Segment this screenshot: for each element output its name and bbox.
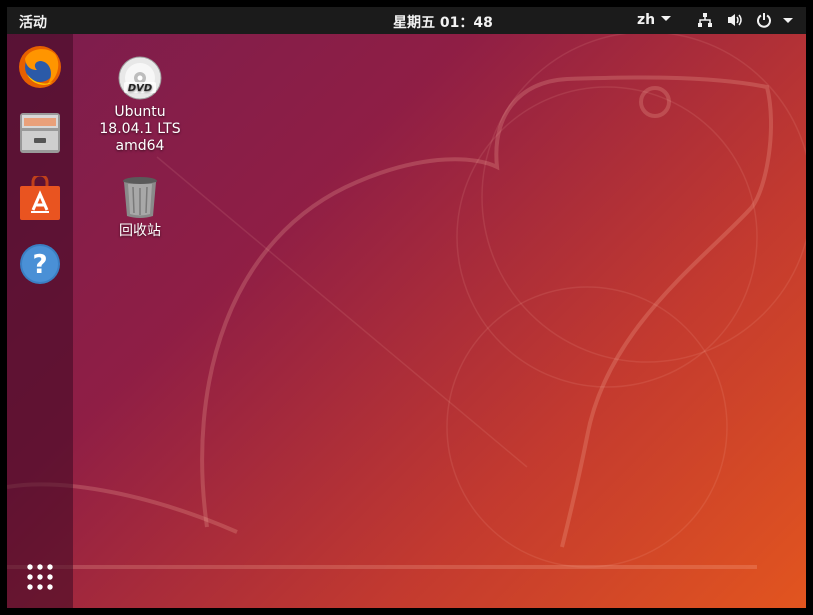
network-icon[interactable] bbox=[697, 12, 713, 32]
help-icon: ? bbox=[20, 244, 60, 284]
clock-button[interactable]: 星期五 01：48 bbox=[393, 12, 493, 32]
chevron-down-icon bbox=[661, 16, 672, 21]
dock-files[interactable] bbox=[17, 109, 63, 155]
desktop-icon-ubuntu-dvd[interactable]: DVD Ubuntu 18.04.1 LTS amd64 bbox=[94, 54, 186, 155]
desktop-screen: 活动 星期五 01：48 zh ? DVD Ubuntu 18.04.1 LTS… bbox=[7, 7, 806, 608]
dock-help[interactable]: ? bbox=[17, 241, 63, 287]
shopping-bag-icon bbox=[20, 176, 60, 220]
svg-text:?: ? bbox=[32, 250, 47, 280]
firefox-icon bbox=[19, 46, 61, 88]
desktop-icon-label: Ubuntu 18.04.1 LTS amd64 bbox=[99, 104, 181, 154]
dock-software[interactable] bbox=[17, 176, 63, 222]
system-menu-chevron-icon[interactable] bbox=[783, 18, 793, 23]
dock-firefox[interactable] bbox=[17, 44, 63, 90]
dvd-icon: DVD bbox=[116, 54, 164, 102]
desktop-icon-trash[interactable]: 回收站 bbox=[94, 173, 186, 240]
show-applications-button[interactable] bbox=[17, 554, 63, 600]
input-method-menu[interactable]: zh bbox=[637, 12, 672, 28]
activities-button[interactable]: 活动 bbox=[19, 12, 47, 32]
top-panel: 活动 星期五 01：48 zh bbox=[7, 7, 806, 34]
trash-icon bbox=[116, 173, 164, 221]
input-method-label: zh bbox=[637, 12, 656, 28]
svg-text:DVD: DVD bbox=[128, 83, 152, 94]
dock: ? bbox=[7, 34, 73, 608]
app-grid-icon bbox=[27, 564, 53, 590]
volume-icon[interactable] bbox=[727, 12, 745, 32]
file-cabinet-icon bbox=[20, 113, 60, 153]
desktop-icon-label: 回收站 bbox=[119, 223, 161, 239]
power-icon[interactable] bbox=[756, 12, 772, 32]
